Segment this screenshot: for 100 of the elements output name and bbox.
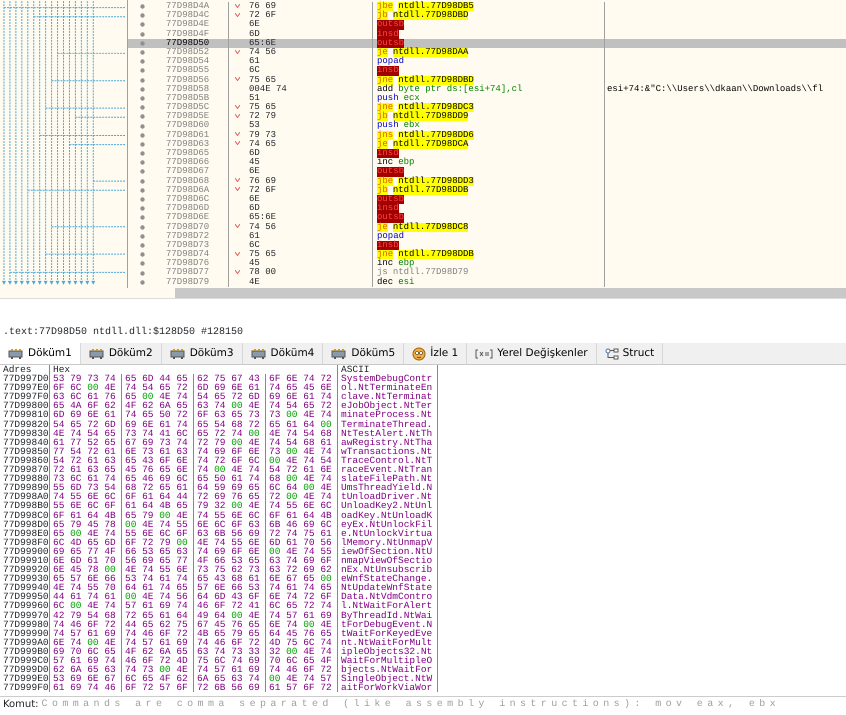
memory-chip-icon — [88, 348, 105, 360]
row-bullet-icon — [140, 13, 145, 18]
address-cell: 77D997D0 — [0, 374, 50, 384]
memory-chip-icon — [250, 348, 267, 360]
hex-cell: 73 75 62 73 — [194, 565, 266, 574]
address-text: 77D98D50 — [166, 38, 210, 48]
bytes-text: 6E — [249, 20, 260, 30]
hex-cell: 69 65 77 4F — [50, 546, 122, 556]
hex-cell: 6E 6D 61 70 — [50, 556, 122, 566]
row-bullet-icon — [140, 197, 145, 202]
row-bullet-icon — [140, 206, 145, 212]
ascii-cell: lMemory.NtUnmapV — [338, 538, 438, 547]
operand-text: ntdll.77D98DD3 — [398, 176, 474, 186]
hex-cell: 69 6E 61 74 — [122, 420, 194, 429]
hex-cell: 72 65 61 64 — [122, 610, 194, 620]
hex-cell: 63 74 00 4E — [194, 401, 266, 410]
hex-cell: 54 72 61 63 — [50, 456, 122, 466]
jump-chevron-icon — [235, 252, 240, 256]
hex-cell: 65 4A 6F 62 — [50, 401, 122, 410]
address-cell: 77D999B0 — [0, 646, 50, 656]
mnemonic-text: add — [377, 84, 394, 94]
hex-cell: 42 79 54 68 — [50, 610, 122, 620]
mnemonic-text: popad — [377, 57, 404, 66]
hex-cell: 65 79 00 4E — [122, 510, 194, 520]
bytes-text: 6D — [249, 204, 260, 214]
row-bullet-icon — [140, 86, 145, 92]
ascii-cell: ipleObjects32.Nt — [338, 646, 438, 656]
address-cell: 77D99850 — [0, 446, 50, 456]
hex-cell: 64 45 76 65 — [266, 628, 338, 638]
row-bullet-icon — [140, 270, 145, 276]
bytes-text: 6C — [249, 66, 260, 76]
address-cell: 77D99940 — [0, 583, 50, 592]
memory-chip-icon — [331, 348, 348, 360]
address-text: 77D98D5C — [166, 103, 210, 112]
address-text: 77D98D4E — [166, 20, 210, 30]
mnemonic-text: je — [377, 222, 388, 232]
operand-text: ntdll.77D98DBD — [392, 11, 468, 20]
operand-text: ntdll.77D98DBD — [398, 76, 474, 85]
address-text: 77D98D68 — [166, 176, 210, 186]
hex-cell: 73 6C 61 74 — [50, 474, 122, 484]
hex-cell: 53 69 6E 67 — [50, 674, 122, 684]
hex-cell: 65 6D 44 65 — [122, 374, 194, 384]
hex-cell: 63 6C 61 76 — [50, 392, 122, 402]
row-bullet-icon — [140, 105, 145, 110]
address-text: 77D98D61 — [166, 130, 210, 140]
address-cell: 77D998A0 — [0, 492, 50, 502]
address-cell: 77D99860 — [0, 456, 50, 466]
address-text: 77D98D5B — [166, 94, 210, 103]
tab[interactable]: Döküm1 — [0, 343, 81, 364]
hex-cell: 62 75 67 43 — [194, 374, 266, 384]
mnemonic-text: insb — [377, 240, 399, 250]
column-header: Adres — [0, 365, 50, 374]
address-cell: 77D997F0 — [0, 392, 50, 402]
hex-cell: 57 6E 66 53 — [194, 583, 266, 592]
hex-cell: 74 65 50 72 — [122, 410, 194, 420]
mnemonic-text: insd — [377, 30, 399, 39]
address-text: 77D98D65 — [166, 149, 210, 158]
hex-cell: 65 43 6F 6E — [122, 456, 194, 466]
bytes-text: 79 73 — [249, 130, 276, 140]
address-cell: 77D99930 — [0, 574, 50, 584]
hex-cell: 6F 63 65 73 — [194, 410, 266, 420]
ascii-cell: NtTestAlert.NtTh — [338, 428, 438, 438]
mnemonic-text: outsb — [377, 38, 404, 48]
row-bullet-icon — [140, 114, 145, 120]
operand-text: ecx — [404, 94, 420, 103]
bytes-text: 6D — [249, 149, 260, 158]
hex-cell: 68 00 4E 74 — [266, 474, 338, 484]
hex-cell: 6B 46 69 6C — [266, 520, 338, 529]
address-cell: 77D999C0 — [0, 656, 50, 666]
mnemonic-text: insb — [377, 66, 399, 76]
hex-cell: 49 64 00 4E — [194, 610, 266, 620]
row-bullet-icon — [140, 59, 145, 64]
address-text: 77D98D6E — [166, 213, 210, 223]
hex-cell: 53 74 61 74 — [122, 574, 194, 584]
row-bullet-icon — [140, 50, 145, 56]
hex-cell: 00 4E 74 57 — [266, 674, 338, 684]
ascii-cell: nEx.NtUnsubscrib — [338, 565, 438, 574]
hex-cell: 65 57 6E 66 — [50, 574, 122, 584]
address-cell: 77D99800 — [0, 401, 50, 410]
row-bullet-icon — [140, 142, 145, 147]
hex-cell: 54 72 61 6E — [266, 465, 338, 474]
mnemonic-text: push — [377, 121, 399, 130]
scrollbar-thumb[interactable] — [175, 288, 846, 298]
row-bullet-icon — [140, 224, 145, 230]
operand-text: ebx — [404, 121, 420, 130]
selected-row-highlight[interactable]: 77D98D50 65:6E outsb — [128, 38, 846, 48]
hex-cell: 6F 72 79 00 — [122, 538, 194, 547]
ascii-cell: wTransactions.Nt — [338, 446, 438, 456]
hex-cell: 46 6F 72 41 — [194, 601, 266, 611]
row-bullet-icon — [140, 261, 145, 266]
hex-cell: 74 57 61 69 — [194, 665, 266, 674]
hex-cell: 64 59 69 65 — [194, 483, 266, 492]
hex-cell: 6E 74 72 6F — [266, 592, 338, 602]
bytes-text: 51 — [249, 94, 260, 103]
hex-cell: 74 65 45 6E — [266, 383, 338, 392]
mnemonic-text: je — [377, 48, 388, 58]
mnemonic-text: jbe — [377, 2, 394, 12]
bytes-text: 6E — [249, 167, 260, 177]
hex-cell: 45 76 65 6E — [122, 465, 194, 474]
hex-cell: 70 6C 65 4F — [266, 656, 338, 666]
